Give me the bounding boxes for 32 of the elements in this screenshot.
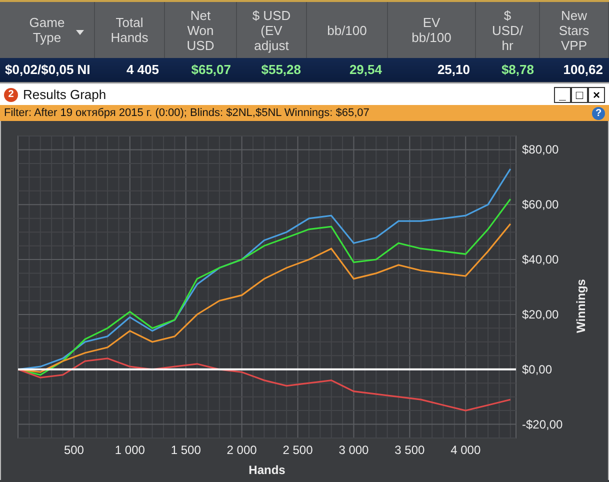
table-cell-text: $0,02/$0,05 NI (4, 61, 92, 80)
table-cell-text: $65,07 (190, 61, 232, 80)
help-icon[interactable]: ? (592, 106, 605, 120)
window-badge: 2 (4, 88, 18, 102)
x-tick-label: 500 (64, 443, 84, 457)
x-tick-label: 3 000 (338, 443, 369, 457)
minimize-button[interactable]: _ (554, 86, 571, 102)
x-axis-title: Hands (248, 463, 286, 477)
x-tick-label: 1 500 (170, 443, 201, 457)
y-axis-title: Winnings (574, 279, 588, 333)
table-cell-text: $8,78 (500, 61, 535, 80)
y-tick-label: -$20,00 (522, 417, 563, 432)
x-tick-label: 2 000 (226, 443, 257, 457)
x-tick-label: 1 000 (114, 443, 145, 457)
y-tick-label: $0,00 (522, 362, 552, 376)
table-cell-text: $55,28 (260, 61, 302, 80)
x-tick-label: 4 000 (450, 443, 481, 457)
table-cell-text: 29,54 (348, 61, 383, 80)
dropdown-icon[interactable] (76, 30, 84, 35)
close-button[interactable]: × (588, 86, 605, 102)
table-cell-text: 100,62 (562, 61, 604, 80)
table-cell-text: 4 405 (125, 61, 160, 80)
x-tick-label: 2 500 (282, 443, 313, 457)
maximize-button[interactable]: □ (571, 86, 588, 102)
window-title: Results Graph (23, 86, 106, 104)
y-tick-label: $80,00 (522, 142, 559, 157)
table-cell-text: 25,10 (436, 61, 471, 80)
y-tick-label: $40,00 (522, 252, 559, 267)
filter-text: Filter: After 19 октября 2015 г. (0:00); Blinds: $2NL,$5NL Winnings: $65,07 (4, 106, 370, 121)
y-tick-label: $20,00 (522, 307, 559, 322)
y-tick-label: $60,00 (522, 198, 559, 212)
x-tick-label: 3 500 (394, 443, 425, 457)
